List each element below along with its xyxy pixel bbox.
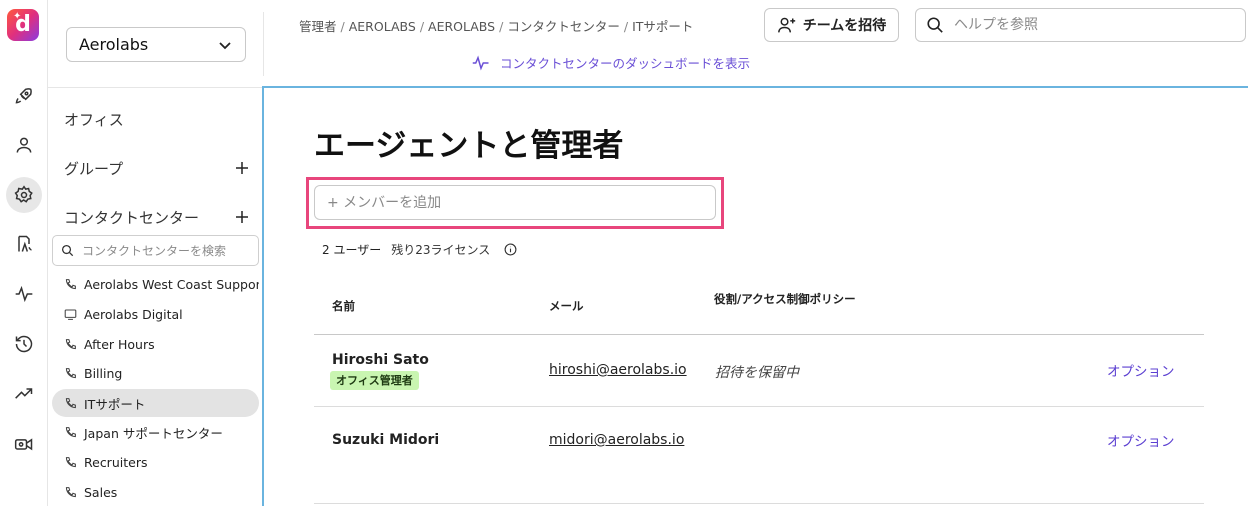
trend-icon[interactable] [6, 376, 42, 412]
sidebar-item-label: Aerolabs West Coast Support [84, 276, 259, 292]
org-select[interactable]: Aerolabs [66, 27, 246, 62]
help-search-input[interactable] [954, 17, 1234, 33]
main-panel: エージェントと管理者 2 ユーザー 残り23ライセンス 名前 メール 役割/アク… [262, 86, 1248, 506]
sparkle-icon: ✦ [13, 11, 22, 22]
sidebar-item-label: ITサポート [84, 396, 146, 412]
invite-team-button[interactable]: チームを招待 [764, 8, 899, 42]
phone-flow-icon[interactable] [6, 226, 42, 262]
dashboard-link-label: コンタクトセンターのダッシュボードを表示 [500, 56, 751, 71]
org-select-label: Aerolabs [79, 35, 149, 54]
breadcrumb-separator: / [340, 19, 345, 34]
phone-icon [65, 338, 76, 349]
breadcrumb-separator: / [623, 19, 629, 34]
chevron-down-icon [219, 41, 231, 49]
row-options-link[interactable]: オプション [1107, 360, 1175, 380]
icon-rail: ✦ d [0, 0, 48, 506]
sidebar-section-office[interactable]: オフィス [64, 109, 124, 130]
sidebar-item-label: Billing [84, 365, 123, 381]
row-user-name: Suzuki Midori [332, 432, 440, 448]
row-user-email[interactable]: midori@aerolabs.io [549, 432, 684, 448]
row-invite-status: 招待を保留中 [715, 365, 799, 381]
breadcrumb-item[interactable]: 管理者 [299, 19, 337, 34]
phone-icon [65, 278, 76, 289]
sidebar-item-it-support[interactable]: ITサポート [52, 389, 259, 417]
breadcrumb-item-current: ITサポート [632, 19, 694, 34]
gear-icon[interactable] [6, 177, 42, 213]
sidebar-item-aerolabs-west-coast-support[interactable]: Aerolabs West Coast Support [52, 270, 259, 298]
video-icon[interactable] [6, 426, 42, 462]
breadcrumb-separator: / [499, 19, 504, 34]
add-group-plus-icon[interactable] [235, 161, 249, 175]
app-logo[interactable]: ✦ d [7, 9, 39, 41]
sidebar-item-label: Aerolabs Digital [84, 306, 183, 322]
row-options-link[interactable]: オプション [1107, 430, 1175, 450]
role-badge: オフィス管理者 [330, 371, 419, 390]
search-icon [927, 17, 943, 33]
user-count-label: 2 ユーザー [322, 243, 382, 257]
history-icon[interactable] [6, 326, 42, 362]
column-header-name: 名前 [332, 299, 355, 313]
row-divider [314, 406, 1204, 407]
sidebar-section-group[interactable]: グループ [64, 158, 123, 179]
sidebar-item-label: After Hours [84, 336, 155, 352]
sidebar-item-label: Recruiters [84, 454, 148, 470]
sidebar-section-contact-center[interactable]: コンタクトセンター [64, 207, 199, 228]
page-title: エージェントと管理者 [314, 128, 624, 164]
info-icon[interactable] [504, 243, 517, 256]
contact-center-search-input[interactable] [82, 243, 250, 258]
activity-icon[interactable] [6, 276, 42, 312]
invite-team-label: チームを招待 [802, 18, 887, 34]
phone-icon [65, 486, 76, 497]
contact-center-search [52, 235, 259, 266]
row-user-email[interactable]: hiroshi@aerolabs.io [549, 362, 687, 378]
phone-icon [65, 426, 76, 437]
add-user-icon [777, 17, 795, 33]
breadcrumb-item[interactable]: AEROLABS [349, 19, 416, 34]
dashboard-link[interactable]: コンタクトセンターのダッシュボードを表示 [472, 53, 750, 72]
breadcrumb-item[interactable]: AEROLABS [428, 19, 495, 34]
header-divider [263, 12, 264, 76]
sidebar-item-label: Japan サポートセンター [84, 425, 223, 441]
column-header-role: 役割/アクセス制御ポリシー [714, 292, 856, 306]
table-header-divider [314, 334, 1204, 335]
add-member-input[interactable] [314, 185, 716, 220]
row-user-name: Hiroshi Sato [332, 352, 429, 368]
sidebar-item-japan-support-center[interactable]: Japan サポートセンター [52, 418, 259, 446]
row-divider [314, 503, 1204, 504]
rocket-icon[interactable] [6, 78, 42, 114]
phone-icon [65, 367, 76, 378]
breadcrumb: 管理者 / AEROLABS / AEROLABS / コンタクトセンター / ITサポート [299, 16, 693, 35]
add-contact-center-plus-icon[interactable] [235, 210, 249, 224]
breadcrumb-separator: / [419, 19, 425, 34]
sidebar-item-sales[interactable]: Sales [52, 478, 259, 506]
monitor-icon [64, 309, 77, 320]
user-count: 2 ユーザー 残り23ライセンス [322, 241, 517, 258]
help-search [915, 8, 1246, 42]
phone-icon [65, 397, 76, 408]
person-icon[interactable] [6, 127, 42, 163]
sidebar: オフィス グループ コンタクトセンター Aerolabs West Coast … [48, 87, 262, 506]
sidebar-item-recruiters[interactable]: Recruiters [52, 448, 259, 476]
sidebar-item-after-hours[interactable]: After Hours [52, 330, 259, 358]
breadcrumb-item[interactable]: コンタクトセンター [507, 19, 620, 34]
licenses-remaining: 残り23ライセンス [391, 243, 491, 257]
sidebar-item-aerolabs-digital[interactable]: Aerolabs Digital [52, 300, 259, 328]
activity-icon [472, 55, 489, 70]
sidebar-item-label: Sales [84, 484, 118, 500]
sidebar-item-billing[interactable]: Billing [52, 359, 259, 387]
search-icon [61, 244, 74, 257]
column-header-email: メール [549, 299, 584, 313]
phone-icon [65, 456, 76, 467]
